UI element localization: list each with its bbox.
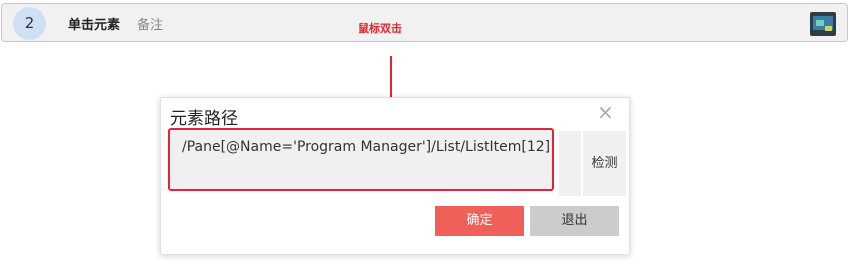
detect-button[interactable]: 检测 bbox=[583, 131, 626, 196]
element-path-dialog: 元素路径 × /Pane[@Name='Program Manager']/Li… bbox=[160, 97, 630, 255]
element-path-field[interactable]: /Pane[@Name='Program Manager']/List/List… bbox=[168, 128, 554, 191]
field-side-spacer bbox=[559, 131, 581, 196]
app-thumbnail-icon[interactable] bbox=[810, 12, 836, 36]
close-icon[interactable]: × bbox=[597, 100, 614, 124]
cancel-button[interactable]: 退出 bbox=[530, 206, 619, 236]
annotation-label: 鼠标双击 bbox=[358, 22, 402, 35]
annotation-arrow-icon bbox=[390, 56, 392, 100]
step-row[interactable]: 2 单击元素 备注 bbox=[1, 3, 848, 42]
element-path-value: /Pane[@Name='Program Manager']/List/List… bbox=[182, 139, 551, 155]
step-title: 单击元素 bbox=[68, 18, 121, 33]
step-note[interactable]: 备注 bbox=[137, 14, 163, 33]
step-number-badge: 2 bbox=[13, 7, 46, 40]
dialog-title: 元素路径 bbox=[170, 109, 238, 129]
ok-button[interactable]: 确定 bbox=[435, 206, 524, 236]
